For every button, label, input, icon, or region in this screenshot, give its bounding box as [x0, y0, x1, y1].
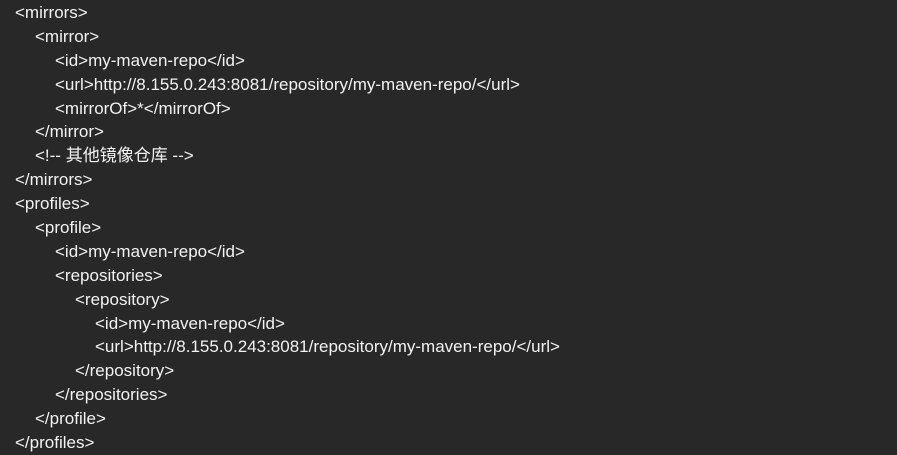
code-line: <profiles>	[15, 194, 90, 214]
code-line: </mirrors>	[15, 170, 93, 190]
code-line: <repositories>	[55, 265, 163, 285]
code-line: </repositories>	[55, 385, 168, 405]
code-line: <repository>	[75, 289, 170, 309]
code-line: </profiles>	[15, 433, 95, 453]
code-line: <url>http://8.155.0.243:8081/repository/…	[95, 337, 560, 357]
code-line: <!-- 其他镜像仓库 -->	[35, 146, 194, 166]
code-line: </profile>	[35, 409, 106, 429]
code-editor[interactable]: <mirrors> <mirror> <id>my-maven-repo</id> <…	[15, 1, 560, 455]
code-line: </mirror>	[35, 122, 104, 142]
code-line: <id>my-maven-repo</id>	[55, 241, 245, 261]
code-line: <url>http://8.155.0.243:8081/repository/…	[55, 74, 520, 94]
code-line: </repository>	[75, 361, 175, 381]
code-line: <mirror>	[35, 26, 100, 46]
code-line: <id>my-maven-repo</id>	[55, 50, 245, 70]
code-line: <mirrorOf>*</mirrorOf>	[55, 98, 231, 118]
code-line: <id>my-maven-repo</id>	[95, 313, 285, 333]
code-line: <mirrors>	[15, 3, 88, 22]
code-line: <profile>	[35, 218, 102, 238]
